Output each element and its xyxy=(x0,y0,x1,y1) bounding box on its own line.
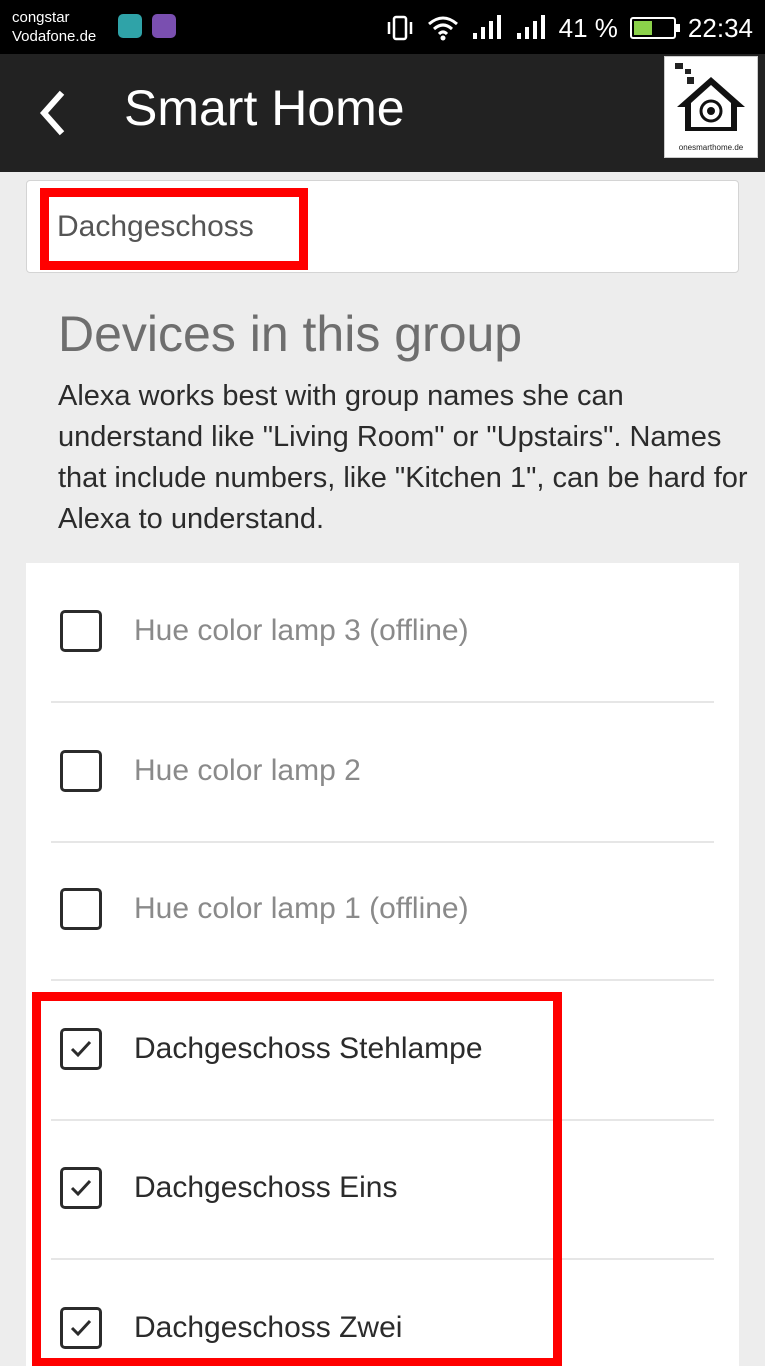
group-name-hint: Alexa works best with group names she ca… xyxy=(58,380,748,535)
highlight-box-group-name xyxy=(40,188,308,270)
checkbox-unchecked-icon[interactable] xyxy=(60,888,102,930)
checkbox-unchecked-icon[interactable] xyxy=(60,750,102,792)
device-row[interactable]: Hue color lamp 3 (offline) xyxy=(26,563,739,703)
battery-charging-icon xyxy=(629,17,680,39)
device-label: Hue color lamp 2 xyxy=(134,754,361,787)
logo: onesmarthome.de xyxy=(664,56,758,158)
device-row[interactable]: Hue color lamp 1 (offline) xyxy=(26,841,739,981)
battery-percent: 41 % xyxy=(558,12,618,43)
logo-caption: onesmarthome.de xyxy=(678,143,744,152)
signal-icon-2 xyxy=(516,15,545,39)
wifi-icon xyxy=(427,16,458,41)
notification-icons xyxy=(118,14,176,38)
chevron-left-icon[interactable] xyxy=(32,89,72,137)
carrier-line-2: Vodafone.de xyxy=(12,28,97,45)
carrier-label: congstar Vodafone.de xyxy=(12,8,96,46)
viber-notification-icon xyxy=(152,14,176,38)
vibrate-icon xyxy=(387,15,412,41)
clock: 22:34 xyxy=(687,12,753,43)
carrier-line-1: congstar xyxy=(12,9,70,26)
device-label: Hue color lamp 3 (offline) xyxy=(134,614,469,647)
section-heading: Devices in this group xyxy=(58,306,523,362)
status-indicators: 41 % 22:34 xyxy=(385,9,753,47)
status-bar: congstar Vodafone.de 41 % 22:34 xyxy=(0,0,765,54)
signal-icon xyxy=(472,15,501,39)
phone-notification-icon xyxy=(118,14,142,38)
checkbox-unchecked-icon[interactable] xyxy=(60,610,102,652)
highlight-box-selected-devices xyxy=(32,992,562,1366)
device-row[interactable]: Hue color lamp 2 xyxy=(26,703,739,843)
house-logo-icon xyxy=(675,63,745,131)
app-toolbar: Smart Home xyxy=(0,54,765,172)
device-label: Hue color lamp 1 (offline) xyxy=(134,892,469,925)
page-title: Smart Home xyxy=(124,80,405,136)
